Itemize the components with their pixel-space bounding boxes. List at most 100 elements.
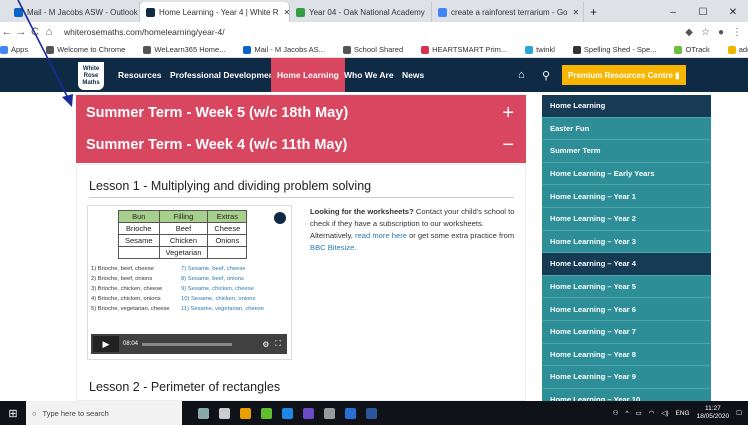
chrome-icon[interactable] <box>240 407 251 419</box>
combination-right: 11) Sesame, vegetarian, cheese <box>181 306 265 312</box>
table-row: Brioche Beef Cheese <box>118 222 248 235</box>
combination-left: 2) Brioche, beef, onions <box>91 276 153 282</box>
table-cell: Cheese <box>207 222 248 235</box>
bookmark-item[interactable]: HEARTSMART Prim... <box>421 45 516 54</box>
bookmark-item[interactable]: School Shared <box>342 45 412 54</box>
people-icon[interactable]: ⚇ <box>613 409 619 417</box>
sidebar-item[interactable]: Summer Term <box>542 140 711 163</box>
lesson-1-video[interactable]: Bun Filling Extras Brioche Beef Cheese Sesa… <box>87 205 292 360</box>
nav-news[interactable]: News <box>396 58 430 92</box>
battery-icon[interactable]: ▭ <box>636 409 642 417</box>
browser-tab[interactable]: create a rainforest terrarium - Go ✕ <box>432 2 584 22</box>
white-rose-logo[interactable]: White Rose Maths <box>78 62 104 90</box>
browser-app-icon[interactable] <box>324 407 335 419</box>
windows-start-icon[interactable]: ⊞ <box>0 407 26 420</box>
task-view-icon[interactable] <box>219 407 230 419</box>
nav-home-learning[interactable]: Home Learning <box>271 58 345 92</box>
video-progress[interactable] <box>142 342 233 346</box>
close-tab-icon[interactable]: ✕ <box>425 8 431 17</box>
search-icon[interactable]: ⚲ <box>542 58 550 92</box>
bookmark-item[interactable]: WeLearn365 Home... <box>143 45 234 54</box>
sidebar-item[interactable]: Home Learning – Year 2 <box>542 208 711 231</box>
expand-icon[interactable]: + <box>502 102 514 125</box>
combination-right: 8) Sesame, beef, onions <box>181 276 244 282</box>
volume-icon[interactable]: ◁) <box>661 409 668 417</box>
close-tab-icon[interactable]: ✕ <box>567 8 579 17</box>
sidebar-item[interactable]: Home Learning <box>542 95 711 118</box>
new-tab-button[interactable]: + <box>584 2 603 22</box>
forward-icon[interactable]: → <box>14 26 28 38</box>
combination-row: 1) Brioche, beef, cheese 7) Sesame, beef,… <box>91 264 264 274</box>
language-label[interactable]: ENG <box>676 410 690 417</box>
bookmark-item[interactable]: Spelling Shed - Spe... <box>572 45 666 54</box>
sidebar-item[interactable]: Home Learning – Year 5 <box>542 276 711 299</box>
col-bun: Bun <box>118 210 160 223</box>
favicon-icon <box>296 7 305 17</box>
sidebar-item[interactable]: Home Learning – Year 6 <box>542 298 711 321</box>
bookmark-item[interactable]: addition race on Sc... <box>727 45 748 54</box>
bookmark-item[interactable]: twinkl <box>525 45 564 54</box>
bookmark-item[interactable]: OTrack <box>674 45 718 54</box>
browser-tab[interactable]: Year 04 - Oak National Academy✕ <box>290 2 432 22</box>
account-icon[interactable]: ⌂ <box>518 58 525 92</box>
combination-list: 1) Brioche, beef, cheese 7) Sesame, beef,… <box>91 264 264 314</box>
bookmark-item[interactable]: Welcome to Chrome <box>46 45 134 54</box>
browser-tab[interactable]: Mail - M Jacobs ASW - Outlook✕ <box>8 2 140 22</box>
sidebar-item[interactable]: Home Learning – Year 4 <box>542 253 711 276</box>
sidebar-item[interactable]: Home Learning – Year 8 <box>542 344 711 367</box>
nav-who-we-are[interactable]: Who We Are <box>338 58 400 92</box>
profile-icon[interactable]: ● <box>718 27 724 38</box>
sidebar-item[interactable]: Home Learning – Year 10 <box>542 389 711 401</box>
close-window-button[interactable]: ✕ <box>718 7 748 18</box>
bbc-bitesize-link[interactable]: BBC Bitesize <box>310 243 354 252</box>
folder-icon[interactable] <box>345 407 356 419</box>
window-controls: – ☐ ✕ <box>658 2 748 22</box>
play-icon: ▶ <box>102 338 110 349</box>
bookmark-item[interactable]: Apps <box>0 45 37 54</box>
nav-resources[interactable]: Resources <box>112 58 167 92</box>
read-more-link[interactable]: read more here <box>355 231 407 240</box>
skype-icon[interactable] <box>282 407 293 419</box>
taskbar-search[interactable]: ○ Type here to search <box>26 401 182 425</box>
video-time: 08:04 <box>123 341 139 347</box>
accordion-week-4[interactable]: Summer Term - Week 4 (w/c 11th May) − <box>76 127 526 163</box>
settings-icon[interactable]: ⚙ <box>262 340 269 349</box>
home-icon[interactable]: ⌂ <box>42 26 56 38</box>
sidebar-item[interactable]: Home Learning – Early Years <box>542 163 711 186</box>
back-icon[interactable]: ← <box>0 26 14 38</box>
sidebar-item[interactable]: Easter Fun <box>542 118 711 141</box>
maximize-button[interactable]: ☐ <box>688 7 718 18</box>
bookmark-favicon-icon <box>572 45 581 54</box>
sidebar-item[interactable]: Home Learning – Year 1 <box>542 185 711 208</box>
nav-professional-development[interactable]: Professional Development <box>164 58 283 92</box>
green-app-icon[interactable] <box>261 407 272 419</box>
bookmark-label: WeLearn365 Home... <box>154 45 226 54</box>
menu-icon[interactable]: ⋮ <box>732 27 742 38</box>
sidebar-item[interactable]: Home Learning – Year 7 <box>542 321 711 344</box>
extension-icon[interactable]: ◆ <box>685 27 693 38</box>
minimize-button[interactable]: – <box>658 7 688 18</box>
bookmark-star-icon[interactable]: ☆ <box>701 27 710 38</box>
wifi-icon[interactable]: ◠ <box>649 409 655 417</box>
bookmark-item[interactable]: Mail - M Jacobs AS... <box>243 45 333 54</box>
clock[interactable]: 11:27 18/05/2020 <box>697 405 730 421</box>
browser-tab[interactable]: Home Learning - Year 4 | White R ✕ <box>140 2 290 22</box>
mic-icon[interactable] <box>198 407 209 419</box>
bookmark-favicon-icon <box>342 45 351 54</box>
fullscreen-icon[interactable]: ⛶ <box>275 339 281 349</box>
premium-resources-button[interactable]: Premium Resources Centre ▮ <box>562 65 686 85</box>
close-tab-icon[interactable]: ✕ <box>278 8 289 17</box>
premium-label: Premium Resources Centre <box>568 70 673 80</box>
play-button[interactable]: ▶ <box>93 336 119 352</box>
sidebar-item[interactable]: Home Learning – Year 3 <box>542 231 711 254</box>
word-icon[interactable] <box>366 407 377 419</box>
notification-icon[interactable]: ☐ <box>736 409 742 417</box>
accordion-week-5[interactable]: Summer Term - Week 5 (w/c 18th May) + <box>76 95 526 131</box>
reload-icon[interactable]: C <box>28 26 42 38</box>
sidebar-item[interactable]: Home Learning – Year 9 <box>542 366 711 389</box>
windows-taskbar: ⊞ ○ Type here to search ⚇ ^ ▭ ◠ ◁) ENG 1… <box>0 401 748 425</box>
url-field[interactable]: whiterosemaths.com/homelearning/year-4/ <box>64 27 685 37</box>
collapse-icon[interactable]: − <box>502 134 514 157</box>
tray-chevron-icon[interactable]: ^ <box>625 410 628 417</box>
teams-icon[interactable] <box>303 407 314 419</box>
